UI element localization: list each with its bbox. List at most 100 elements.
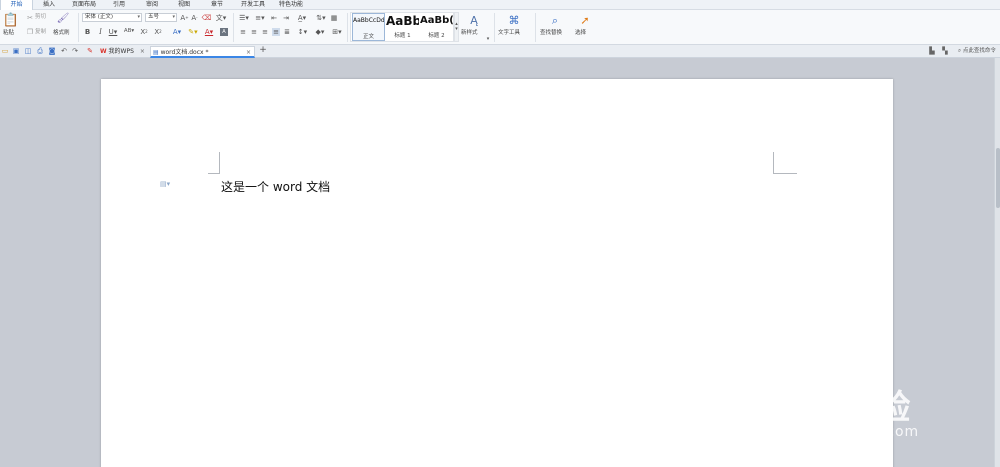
tab-references[interactable]: 引用 <box>108 0 130 10</box>
style-sample: AaBb <box>386 14 419 28</box>
italic-icon[interactable]: I <box>97 28 104 36</box>
tab-current-document[interactable]: ▤ word文档.docx * × <box>150 46 255 58</box>
bold-icon[interactable]: B <box>84 28 91 36</box>
style-sample: AaBb( <box>420 15 453 26</box>
divider <box>535 13 536 42</box>
tab-review[interactable]: 审阅 <box>140 0 164 10</box>
new-tab-button[interactable]: + <box>259 46 267 55</box>
print-preview-icon[interactable]: ◙ <box>48 47 56 55</box>
strikethrough-icon[interactable]: AB▾ <box>122 28 136 36</box>
table-icon[interactable]: ▦ <box>330 14 338 22</box>
font-family-value: 宋体 (正文) <box>85 14 114 20</box>
distribute-icon[interactable]: ≣ <box>283 28 291 36</box>
font-family-select[interactable]: 宋体 (正文) ▾ <box>82 13 142 22</box>
divider <box>347 13 348 42</box>
superscript-icon[interactable]: X2 <box>140 28 148 36</box>
style-sample: AaBbCcDd <box>353 17 384 24</box>
decrease-indent-icon[interactable]: ⇤ <box>270 14 278 22</box>
pin-icon[interactable]: ✎ <box>86 47 94 55</box>
tab-home[interactable]: 开始 <box>0 0 33 10</box>
style-name: 正文 <box>362 34 374 40</box>
sort-icon[interactable]: ⇅▾ <box>314 14 328 22</box>
text-tools-icon[interactable]: ⌘ <box>506 13 522 27</box>
style-heading-2[interactable]: AaBb( 标题 2 <box>420 13 453 41</box>
tab-page-layout[interactable]: 页面布局 <box>67 0 101 10</box>
cut-icon[interactable]: ✂ <box>26 14 34 22</box>
new-style-icon[interactable]: Ą <box>466 13 482 27</box>
undo-icon[interactable]: ↶ <box>60 47 68 55</box>
select-cursor-icon[interactable]: ➚ <box>579 13 591 27</box>
redo-icon[interactable]: ↷ <box>71 47 79 55</box>
underline-icon[interactable]: U▾ <box>108 28 118 36</box>
subscript-icon[interactable]: X2 <box>154 28 162 36</box>
style-gallery: AaBbCcDd 正文 AaBb 标题 1 AaBb( 标题 2 <box>350 12 454 42</box>
paragraph-handle-icon[interactable]: ▤▾ <box>160 180 170 188</box>
font-color-icon[interactable]: A▾ <box>202 28 216 36</box>
chevron-down-icon: ▾ <box>172 14 175 20</box>
grow-font-icon[interactable]: A + <box>180 14 189 22</box>
clear-format-icon[interactable]: ⌫ <box>202 14 212 22</box>
close-icon[interactable]: × <box>246 47 251 58</box>
tab-features[interactable]: 特色功能 <box>274 0 308 10</box>
scrollbar-thumb[interactable] <box>996 148 1000 208</box>
font-size-select[interactable]: 五号 ▾ <box>145 13 177 22</box>
new-style-button[interactable]: 新样式 <box>461 30 478 37</box>
close-icon[interactable]: × <box>140 48 145 55</box>
bullet-list-icon[interactable]: ☰▾ <box>237 14 251 22</box>
find-replace-button[interactable]: 查找替换 <box>540 30 562 37</box>
highlight-icon[interactable]: ✎▾ <box>186 28 200 36</box>
margin-corner-top-right <box>773 152 797 174</box>
text-effect-icon[interactable]: A▾ <box>170 28 184 36</box>
font-size-value: 五号 <box>148 14 160 20</box>
style-name: 标题 1 <box>394 33 411 39</box>
style-heading-1[interactable]: AaBb 标题 1 <box>386 13 419 41</box>
format-painter-icon[interactable]: 🖌 <box>57 13 70 25</box>
search-icon: ⌕ <box>958 48 962 54</box>
tab-view[interactable]: 视图 <box>172 0 196 10</box>
border-icon[interactable]: ⊞▾ <box>330 28 344 36</box>
minimize-ribbon-icon[interactable]: ▙ <box>928 47 936 55</box>
text-tools-button[interactable]: 文字工具 <box>498 30 520 37</box>
paste-icon[interactable]: 📋 <box>3 13 19 27</box>
document-body-text[interactable]: 这是一个 word 文档 <box>221 178 330 195</box>
command-search[interactable]: ⌕ 点此查找命令 <box>958 47 1000 56</box>
style-name: 标题 2 <box>428 33 445 39</box>
tab-sections[interactable]: 章节 <box>205 0 229 10</box>
margin-corner-top-left <box>208 152 220 174</box>
tab-current-document-label: word文档.docx * <box>160 49 209 56</box>
format-painter-button[interactable]: 格式刷 <box>53 30 70 37</box>
save-icon[interactable]: ▣ <box>12 47 20 55</box>
print-icon[interactable]: ⎙ <box>36 47 44 55</box>
chinese-layout-icon[interactable]: A̲▾ <box>295 14 309 22</box>
char-shading-icon[interactable]: A <box>220 28 228 36</box>
divider <box>78 13 79 42</box>
select-button[interactable]: 选择 <box>575 30 586 37</box>
chevron-down-icon: ▾ <box>486 36 490 42</box>
shading-icon[interactable]: ◆▾ <box>313 28 327 36</box>
divider <box>494 13 495 42</box>
tab-my-wps[interactable]: W 我的WPS × <box>98 46 150 58</box>
style-gallery-scroll[interactable]: ▴ ▾ <box>454 12 459 42</box>
tab-developer[interactable]: 开发工具 <box>236 0 270 10</box>
export-pdf-icon[interactable]: ◫ <box>24 47 32 55</box>
style-normal[interactable]: AaBbCcDd 正文 <box>352 13 385 41</box>
numbered-list-icon[interactable]: ≡▾ <box>253 14 267 22</box>
open-folder-icon[interactable]: ▭ <box>1 47 9 55</box>
align-center-icon[interactable]: ≡ <box>250 28 258 36</box>
align-right-icon[interactable]: ≡ <box>261 28 269 36</box>
divider <box>233 13 234 42</box>
increase-indent-icon[interactable]: ⇥ <box>282 14 290 22</box>
justify-icon[interactable]: ≡ <box>272 28 280 36</box>
align-left-icon[interactable]: ≡ <box>239 28 247 36</box>
copy-icon[interactable]: ❐ <box>26 28 34 36</box>
paste-button[interactable]: 粘贴 <box>3 30 14 37</box>
find-replace-icon[interactable]: ⌕ <box>548 13 562 27</box>
line-spacing-icon[interactable]: ↕▾ <box>296 28 309 36</box>
phonetic-guide-icon[interactable]: 文▾ <box>214 14 228 22</box>
ribbon-home: 📋 粘贴 ✂ 剪切 ❐ 复制 🖌 格式刷 宋体 (正文) ▾ 五号 ▾ A + A- … <box>0 10 1000 45</box>
skin-icon[interactable]: ▚ <box>941 47 949 55</box>
shrink-font-icon[interactable]: A- <box>190 14 199 22</box>
copy-button[interactable]: 复制 <box>35 29 46 36</box>
cut-button[interactable]: 剪切 <box>35 14 46 21</box>
tab-insert[interactable]: 插入 <box>37 0 61 10</box>
